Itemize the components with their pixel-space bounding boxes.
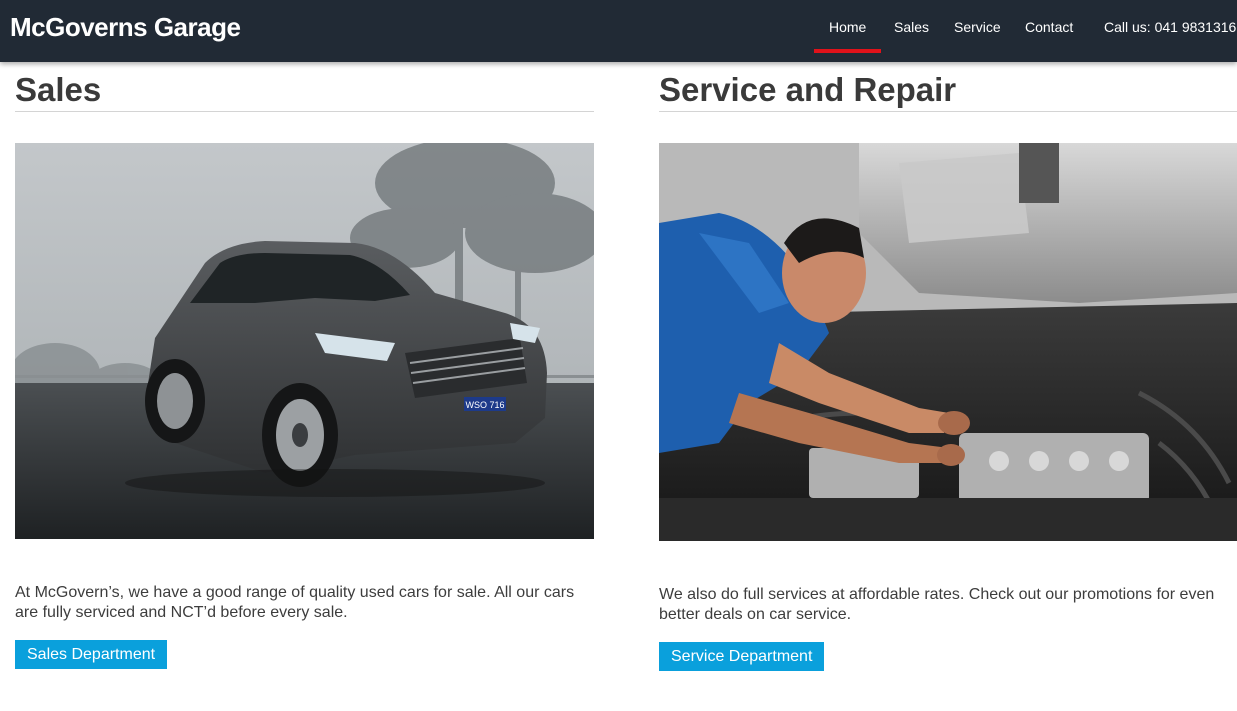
- nav-service-link[interactable]: Service: [954, 19, 1001, 62]
- service-department-button[interactable]: Service Department: [659, 642, 825, 671]
- service-mechanic-photo: [659, 143, 1237, 541]
- nav-call-us-link[interactable]: Call us: 041 9831316: [1104, 19, 1236, 62]
- top-navbar: McGoverns Garage Home Sales Service Cont…: [0, 0, 1237, 62]
- sales-department-button[interactable]: Sales Department: [15, 640, 168, 669]
- service-description: We also do full services at affordable r…: [659, 586, 1215, 623]
- service-section: Service and Repair We also do full servi…: [659, 62, 1237, 671]
- nav-contact-link[interactable]: Contact: [1025, 19, 1073, 62]
- brand-logo-link[interactable]: McGoverns Garage: [10, 12, 241, 43]
- license-plate-text: WSO 716: [465, 400, 504, 410]
- wheel-icon: [145, 359, 205, 443]
- service-title: Service and Repair: [659, 62, 1237, 112]
- sales-car-photo: WSO 716: [15, 143, 594, 539]
- nav-home-link[interactable]: Home: [813, 19, 882, 62]
- nav-sales-link[interactable]: Sales: [894, 19, 929, 62]
- sales-description: At McGovern’s, we have a good range of q…: [15, 584, 575, 621]
- sales-section: Sales WSO 716 At McGovern’s, we have a g…: [15, 62, 594, 669]
- sales-title: Sales: [15, 62, 594, 112]
